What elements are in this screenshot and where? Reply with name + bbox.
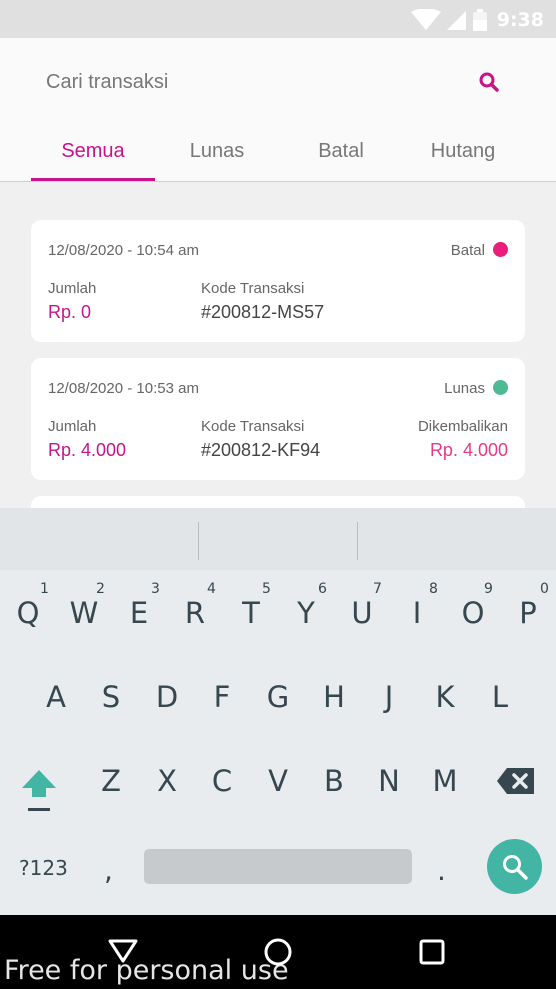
suggestion-strip	[0, 508, 556, 570]
navigation-bar: Free for personal use	[0, 915, 556, 989]
key-l[interactable]: L	[480, 680, 520, 714]
search-icon[interactable]	[478, 71, 500, 93]
key-u[interactable]: U	[342, 596, 382, 630]
key-o[interactable]: O	[453, 596, 493, 630]
key-hint-3: 3	[151, 581, 160, 597]
key-w[interactable]: W	[64, 596, 104, 630]
key-n[interactable]: N	[369, 764, 409, 798]
key-hint-6: 6	[318, 581, 327, 597]
key-hint-0: 0	[540, 581, 549, 597]
amount-value: Rp. 4.000	[48, 440, 127, 460]
search-bar	[0, 38, 556, 124]
wifi-icon	[410, 9, 441, 30]
key-a[interactable]: A	[36, 680, 76, 714]
status-icons: 9:38	[410, 6, 544, 34]
amount-value: Rp. 0	[48, 302, 92, 322]
keyboard-search-button[interactable]	[487, 839, 542, 894]
refund-label: Dikembalikan	[417, 418, 508, 435]
key-s[interactable]: S	[91, 680, 131, 714]
suggestion-divider	[198, 522, 199, 560]
symbols-key[interactable]: ?123	[19, 856, 68, 880]
key-i[interactable]: I	[397, 596, 437, 630]
key-hint-5: 5	[262, 581, 271, 597]
watermark: Free for personal use	[4, 955, 289, 986]
transaction-card[interactable]: 12/08/2020 - 10:53 am Lunas Jumlah Rp. 4…	[31, 358, 525, 480]
comma-key[interactable]: ,	[104, 854, 113, 887]
search-input[interactable]	[46, 68, 446, 96]
key-z[interactable]: Z	[91, 764, 131, 798]
battery-icon	[472, 9, 487, 31]
refund-value: Rp. 4.000	[429, 440, 508, 460]
key-hint-2: 2	[96, 581, 105, 597]
transaction-date: 12/08/2020 - 10:53 am	[48, 380, 199, 397]
tab-hutang[interactable]: Hutang	[401, 124, 525, 181]
transaction-list: 12/08/2020 - 10:54 am Batal Jumlah Rp. 0…	[0, 182, 556, 508]
key-f[interactable]: F	[202, 680, 242, 714]
key-p[interactable]: P	[508, 596, 548, 630]
key-r[interactable]: R	[175, 596, 215, 630]
space-bar[interactable]	[144, 849, 412, 884]
status-dot-icon	[493, 242, 508, 257]
key-b[interactable]: B	[314, 764, 354, 798]
key-v[interactable]: V	[258, 764, 298, 798]
key-q[interactable]: Q	[8, 596, 48, 630]
transaction-status: Lunas	[444, 380, 485, 397]
transaction-code: #200812-MS57	[201, 302, 325, 322]
key-hint-9: 9	[484, 581, 493, 597]
tab-batal[interactable]: Batal	[279, 124, 403, 181]
transaction-card[interactable]	[31, 496, 525, 508]
key-hint-7: 7	[373, 581, 382, 597]
signal-icon	[446, 11, 466, 30]
status-time: 9:38	[496, 9, 544, 31]
tab-lunas[interactable]: Lunas	[155, 124, 279, 181]
transaction-card[interactable]: 12/08/2020 - 10:54 am Batal Jumlah Rp. 0…	[31, 220, 525, 342]
key-e[interactable]: E	[119, 596, 159, 630]
key-k[interactable]: K	[425, 680, 465, 714]
status-dot-icon	[493, 380, 508, 395]
status-bar: 9:38	[0, 0, 556, 38]
key-d[interactable]: D	[147, 680, 187, 714]
active-tab-indicator	[31, 178, 155, 181]
key-hint-8: 8	[429, 581, 438, 597]
key-hint-1: 1	[40, 581, 49, 597]
search-icon	[502, 854, 528, 880]
soft-keyboard: Q W E R T Y U I O P 1 2 3 4 5 6 7 8 9 0 …	[0, 508, 556, 915]
code-label: Kode Transaksi	[201, 418, 305, 435]
key-c[interactable]: C	[202, 764, 242, 798]
key-y[interactable]: Y	[286, 596, 326, 630]
amount-label: Jumlah	[48, 418, 97, 435]
key-hint-4: 4	[207, 581, 216, 597]
key-j[interactable]: J	[369, 680, 409, 714]
tab-semua[interactable]: Semua	[31, 124, 155, 181]
key-g[interactable]: G	[258, 680, 298, 714]
transaction-code: #200812-KF94	[201, 440, 321, 460]
period-key[interactable]: .	[437, 854, 446, 887]
shift-icon[interactable]	[20, 766, 58, 814]
transaction-date: 12/08/2020 - 10:54 am	[48, 242, 199, 259]
backspace-icon[interactable]	[496, 767, 536, 795]
recents-square-icon[interactable]	[419, 939, 445, 965]
suggestion-divider	[357, 522, 358, 560]
key-h[interactable]: H	[314, 680, 354, 714]
transaction-status: Batal	[450, 242, 485, 259]
code-label: Kode Transaksi	[201, 280, 305, 297]
tab-bar: Semua Lunas Batal Hutang	[0, 124, 556, 182]
key-m[interactable]: M	[425, 764, 465, 798]
amount-label: Jumlah	[48, 280, 97, 297]
key-t[interactable]: T	[231, 596, 271, 630]
key-x[interactable]: X	[147, 764, 187, 798]
